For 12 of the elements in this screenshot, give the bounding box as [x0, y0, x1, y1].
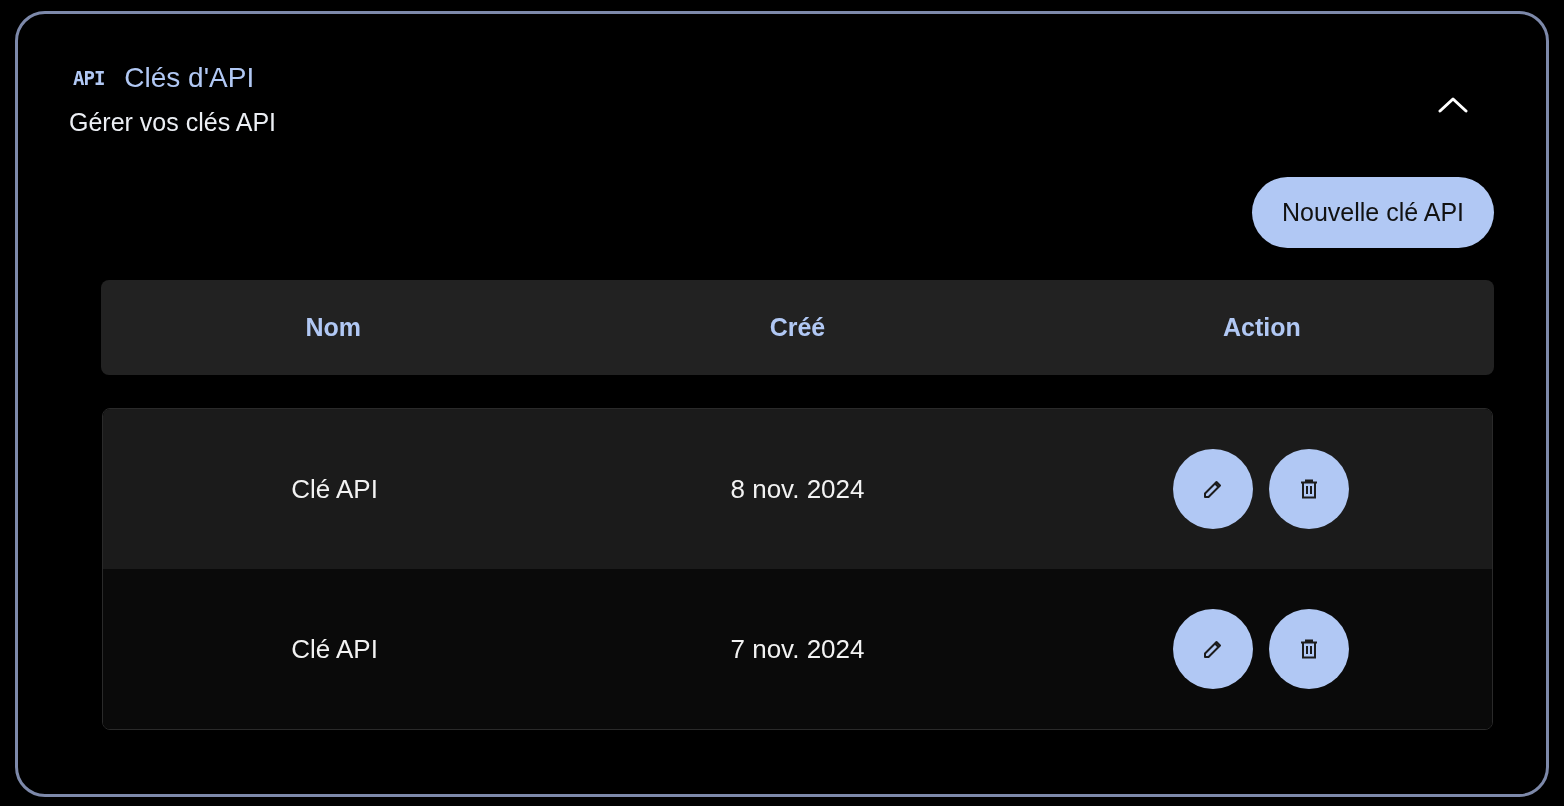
panel-subtitle: Gérer vos clés API: [69, 108, 277, 137]
table-cell: Clé API: [291, 473, 378, 504]
new-api-key-button[interactable]: Nouvelle clé API: [1251, 177, 1494, 248]
column-header: Action: [1222, 313, 1301, 341]
table-cell: Clé API: [291, 633, 378, 664]
column-header: Nom: [305, 313, 361, 341]
chevron-up-icon: [1438, 95, 1468, 114]
table-cell: 7 nov. 2024: [730, 633, 865, 664]
table-cell: 8 nov. 2024: [730, 473, 865, 504]
column-header: Créé: [769, 313, 826, 341]
api-label: API: [73, 67, 105, 89]
panel-title: Clés d'API: [124, 62, 255, 94]
